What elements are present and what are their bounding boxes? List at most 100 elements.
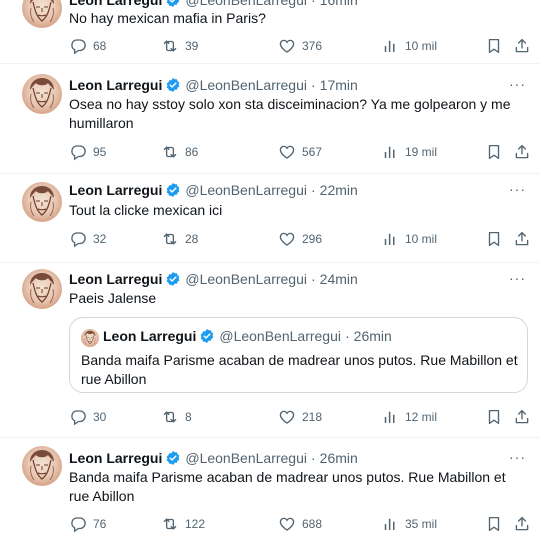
retweet-icon: [161, 37, 179, 55]
tweet[interactable]: Leon Larregui @LeonBenLarregui · 26min ·…: [0, 438, 540, 542]
reply-button[interactable]: 68: [69, 36, 106, 56]
like-button[interactable]: 376: [278, 36, 322, 56]
like-count: 296: [302, 232, 323, 246]
share-button[interactable]: [513, 514, 531, 534]
author-handle[interactable]: @LeonBenLarregui: [185, 77, 307, 93]
tweet[interactable]: Leon Larregui @LeonBenLarregui · 22min ·…: [0, 174, 540, 263]
avatar[interactable]: [22, 0, 62, 28]
separator: ·: [311, 0, 316, 8]
reply-button[interactable]: 30: [69, 407, 106, 427]
avatar[interactable]: [22, 446, 62, 486]
tweet-header: Leon Larregui @LeonBenLarregui · 24min: [69, 269, 358, 289]
reply-icon: [69, 230, 87, 248]
reply-button[interactable]: 32: [69, 229, 106, 249]
action-bar: 32 28 296 10 mil: [69, 229, 529, 249]
bookmark-button[interactable]: [485, 407, 503, 427]
timestamp[interactable]: 26min: [320, 450, 358, 466]
reply-count: 68: [93, 39, 107, 53]
retweet-button[interactable]: 28: [161, 229, 198, 249]
like-button[interactable]: 218: [278, 407, 322, 427]
views-button[interactable]: 12 mil: [381, 407, 437, 427]
reply-count: 30: [93, 410, 107, 424]
timestamp[interactable]: 24min: [320, 271, 358, 287]
retweet-count: 86: [185, 145, 199, 159]
verified-badge-icon: [165, 182, 181, 198]
tweet-text: Tout la clicke mexican ici: [69, 202, 223, 218]
bookmark-button[interactable]: [485, 142, 503, 162]
author-handle[interactable]: @LeonBenLarregui: [185, 182, 307, 198]
share-button[interactable]: [513, 229, 531, 249]
more-icon[interactable]: ···: [509, 270, 526, 286]
avatar[interactable]: [22, 269, 62, 309]
bookmark-button[interactable]: [485, 229, 503, 249]
avatar[interactable]: [22, 182, 62, 222]
like-button[interactable]: 567: [278, 142, 322, 162]
author-name[interactable]: Leon Larregui: [69, 450, 162, 466]
more-icon[interactable]: ···: [509, 76, 526, 92]
share-button[interactable]: [513, 36, 531, 56]
tweet[interactable]: Leon Larregui @LeonBenLarregui · 24min ·…: [0, 263, 540, 438]
views-icon: [381, 143, 399, 161]
tweet-text: Paeis Jalense: [69, 290, 157, 306]
like-count: 376: [302, 39, 323, 53]
timestamp[interactable]: 22min: [320, 182, 358, 198]
reply-icon: [69, 37, 87, 55]
views-icon: [381, 37, 399, 55]
retweet-button[interactable]: 86: [161, 142, 198, 162]
bookmark-icon: [485, 230, 503, 248]
like-icon: [278, 515, 296, 533]
share-button[interactable]: [513, 407, 531, 427]
author-handle: @LeonBenLarregui: [219, 328, 341, 344]
timestamp: 26min: [353, 328, 392, 344]
reply-button[interactable]: 76: [69, 514, 106, 534]
more-icon[interactable]: ···: [509, 181, 526, 197]
share-icon: [513, 37, 531, 55]
views-button[interactable]: 10 mil: [381, 36, 437, 56]
tweet[interactable]: Leon Larregui @LeonBenLarregui · 17min ·…: [0, 64, 540, 174]
reply-button[interactable]: 95: [69, 142, 106, 162]
author-handle[interactable]: @LeonBenLarregui: [185, 0, 307, 8]
author-name[interactable]: Leon Larregui: [69, 182, 162, 198]
avatar: [81, 329, 99, 347]
retweet-button[interactable]: 39: [161, 36, 198, 56]
author-name[interactable]: Leon Larregui: [69, 0, 162, 8]
author-name[interactable]: Leon Larregui: [69, 271, 162, 287]
like-button[interactable]: 296: [278, 229, 322, 249]
author-name[interactable]: Leon Larregui: [69, 77, 162, 93]
verified-badge-icon: [165, 450, 181, 466]
bookmark-button[interactable]: [485, 36, 503, 56]
like-button[interactable]: 688: [278, 514, 322, 534]
reply-count: 95: [93, 145, 107, 159]
action-bar: 76 122 688 35 mil: [69, 514, 529, 534]
views-icon: [381, 515, 399, 533]
share-icon: [513, 230, 531, 248]
author-name: Leon Larregui: [103, 328, 197, 344]
view-count: 19 mil: [405, 145, 438, 159]
separator: ·: [311, 77, 316, 93]
timestamp[interactable]: 17min: [320, 77, 358, 93]
quoted-tweet[interactable]: Leon Larregui @LeonBenLarregui · 26min B…: [69, 317, 528, 393]
retweet-count: 39: [185, 39, 199, 53]
verified-badge-icon: [165, 0, 181, 8]
retweet-count: 28: [185, 232, 199, 246]
author-handle[interactable]: @LeonBenLarregui: [185, 450, 307, 466]
reply-count: 76: [93, 517, 107, 531]
author-handle[interactable]: @LeonBenLarregui: [185, 271, 307, 287]
retweet-button[interactable]: 8: [161, 407, 192, 427]
views-button[interactable]: 19 mil: [381, 142, 437, 162]
retweet-count: 8: [185, 410, 192, 424]
share-icon: [513, 143, 531, 161]
separator: ·: [311, 271, 316, 287]
retweet-button[interactable]: 122: [161, 514, 205, 534]
views-button[interactable]: 35 mil: [381, 514, 437, 534]
avatar[interactable]: [22, 74, 62, 114]
more-icon[interactable]: ···: [509, 449, 526, 465]
view-count: 12 mil: [405, 410, 438, 424]
tweet-feed: Leon Larregui @LeonBenLarregui · 16min N…: [0, 0, 540, 542]
bookmark-button[interactable]: [485, 514, 503, 534]
tweet[interactable]: Leon Larregui @LeonBenLarregui · 16min N…: [0, 0, 540, 64]
views-button[interactable]: 10 mil: [381, 229, 437, 249]
share-button[interactable]: [513, 142, 531, 162]
timestamp[interactable]: 16min: [320, 0, 358, 8]
share-icon: [513, 515, 531, 533]
